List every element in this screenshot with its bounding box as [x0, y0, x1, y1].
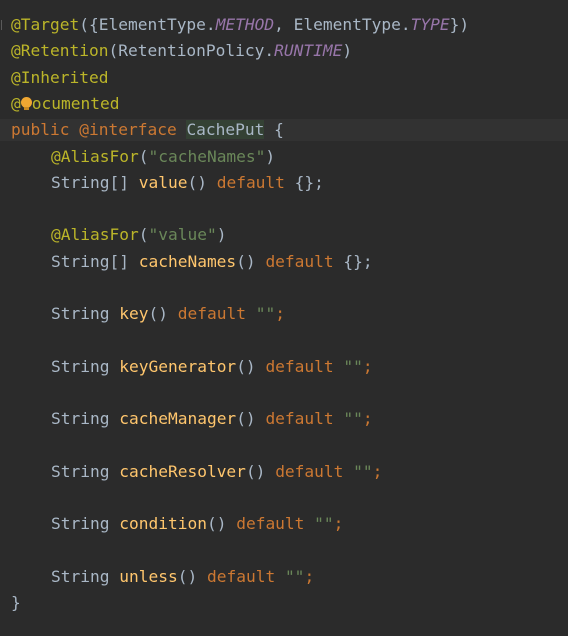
interface-name: CachePut [186, 120, 265, 139]
code-line-9: String[] cacheNames() default {}; [51, 252, 373, 271]
code-line-7: String[] value() default {}; [51, 173, 324, 192]
code-line-15: String unless() default ""; [51, 567, 315, 586]
code-line-6: @AliasFor("cacheNames") [51, 147, 276, 166]
code-line-11: String keyGenerator() default ""; [51, 357, 373, 376]
code-line-3: @Inherited [11, 67, 108, 89]
code-line-8: @AliasFor("value") [51, 225, 227, 244]
code-line-5-current: public @interface CachePut { [0, 119, 568, 141]
annotation-retention: @Retention [11, 41, 109, 60]
code-line-4: @ ocumented [11, 94, 120, 113]
code-line-2: @Retention(RetentionPolicy.RUNTIME) [11, 41, 353, 60]
annotation-inherited: @Inherited [11, 68, 109, 87]
fold-marker-icon[interactable] [1, 20, 10, 30]
code-line-14: String condition() default ""; [51, 514, 344, 533]
code-line-12: String cacheManager() default ""; [51, 409, 373, 428]
code-line-16: } [11, 593, 21, 612]
intention-bulb-icon[interactable] [20, 97, 32, 111]
code-editor[interactable]: @Target({ElementType.METHOD, ElementType… [0, 0, 568, 636]
code-line-10: String key() default ""; [51, 304, 285, 323]
code-line-13: String cacheResolver() default ""; [51, 462, 383, 481]
code-line-1: @Target({ElementType.METHOD, ElementType… [11, 15, 470, 34]
annotation-target: @Target [11, 15, 80, 34]
